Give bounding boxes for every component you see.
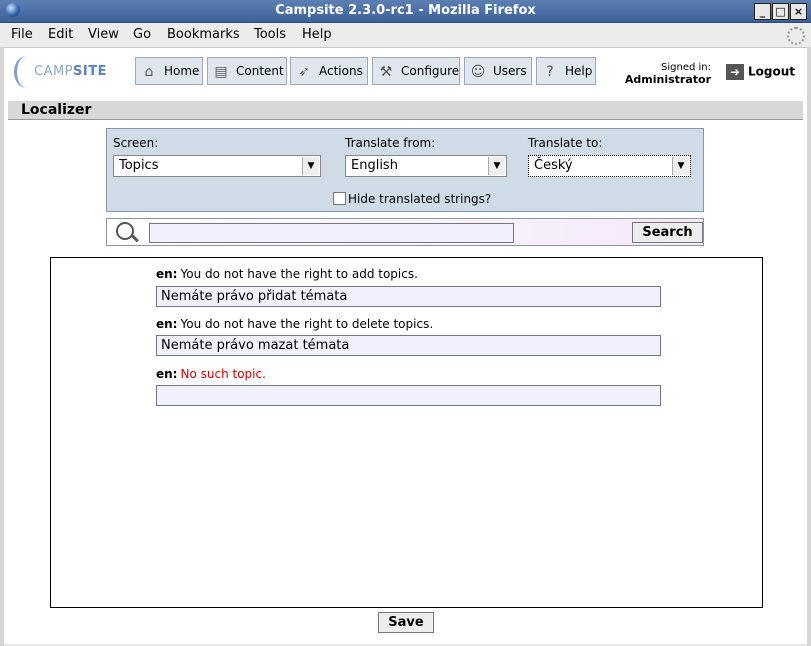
screen-select[interactable]: Topics ▼ bbox=[113, 155, 321, 177]
configure-label: Configure bbox=[401, 64, 460, 78]
minimize-icon[interactable]: _ bbox=[754, 3, 771, 20]
translation-value: Nemáte právo mazat témata bbox=[161, 338, 350, 353]
source-lang: en: bbox=[156, 317, 178, 331]
translation-list: en: You do not have the right to add topi… bbox=[50, 257, 763, 608]
page-content: CAMPSITE ⌂ Home ▤ Content ➶ Actions ⚒ Co… bbox=[4, 48, 807, 644]
question-icon: ? bbox=[546, 64, 554, 80]
hide-translated-label: Hide translated strings? bbox=[348, 192, 492, 206]
logout-link[interactable]: ➜ Logout bbox=[726, 64, 795, 80]
configure-button[interactable]: ⚒ Configure bbox=[372, 57, 460, 85]
translation-input[interactable] bbox=[156, 385, 661, 406]
close-icon[interactable]: × bbox=[790, 3, 807, 20]
translation-input[interactable]: Nemáte právo mazat témata bbox=[156, 335, 661, 356]
users-label: Users bbox=[493, 64, 527, 78]
screen-label: Screen: bbox=[113, 136, 159, 150]
menu-go[interactable]: Go bbox=[133, 27, 151, 42]
house-icon: ⌂ bbox=[144, 64, 154, 80]
translation-input[interactable]: Nemáte právo přidat témata bbox=[156, 286, 661, 307]
search-input[interactable] bbox=[149, 223, 514, 243]
page-title: Localizer bbox=[21, 102, 92, 118]
content-label: Content bbox=[236, 64, 284, 78]
signed-in-user: Administrator bbox=[624, 73, 711, 86]
home-label: Home bbox=[164, 64, 200, 78]
help-label: Help bbox=[565, 64, 593, 78]
translate-from-select[interactable]: English ▼ bbox=[345, 155, 507, 177]
wrench-icon: ⚒ bbox=[379, 64, 393, 80]
translate-to-value: Český bbox=[534, 158, 573, 173]
section-header: Localizer bbox=[8, 101, 803, 120]
menubar: File Edit View Go Bookmarks Tools Help bbox=[0, 23, 811, 48]
search-bar: Search bbox=[106, 218, 704, 246]
menu-view[interactable]: View bbox=[88, 27, 119, 42]
content-button[interactable]: ▤ Content bbox=[207, 57, 287, 85]
localizer-filter-panel: Screen: Topics ▼ Translate from: English… bbox=[106, 128, 704, 212]
translate-from-label: Translate from: bbox=[345, 136, 436, 150]
book-icon: ▤ bbox=[214, 64, 228, 80]
chevron-down-icon: ▼ bbox=[488, 157, 505, 175]
search-button[interactable]: Search bbox=[632, 222, 703, 243]
logout-door-icon: ➜ bbox=[726, 64, 744, 80]
users-button[interactable]: ☺ Users bbox=[464, 57, 532, 85]
maximize-icon[interactable]: □ bbox=[772, 3, 789, 20]
throbber-icon bbox=[787, 27, 805, 45]
source-string: en: No such topic. bbox=[156, 367, 266, 381]
signed-in-info: Signed in: Administrator bbox=[625, 62, 711, 87]
translate-from-value: English bbox=[351, 158, 398, 173]
actions-label: Actions bbox=[319, 64, 363, 78]
menu-file[interactable]: File bbox=[11, 27, 33, 42]
source-lang: en: bbox=[156, 367, 178, 381]
hide-translated-checkbox[interactable] bbox=[333, 192, 346, 205]
chevron-down-icon: ▼ bbox=[672, 157, 689, 175]
menu-help[interactable]: Help bbox=[302, 27, 332, 42]
rocket-icon: ➶ bbox=[298, 64, 310, 80]
source-text: You do not have the right to add topics. bbox=[180, 267, 418, 281]
source-string: en: You do not have the right to add topi… bbox=[156, 267, 418, 281]
logout-label: Logout bbox=[748, 64, 796, 79]
translation-value: Nemáte právo přidat témata bbox=[161, 289, 348, 304]
window-frame-right bbox=[807, 47, 811, 646]
chevron-down-icon: ▼ bbox=[302, 157, 319, 175]
source-string: en: You do not have the right to delete t… bbox=[156, 317, 433, 331]
menu-edit[interactable]: Edit bbox=[48, 27, 73, 42]
translate-to-select[interactable]: Český ▼ bbox=[528, 155, 691, 177]
campsite-logo[interactable]: CAMPSITE bbox=[14, 54, 119, 88]
source-lang: en: bbox=[156, 267, 178, 281]
menu-tools[interactable]: Tools bbox=[254, 27, 286, 42]
actions-button[interactable]: ➶ Actions bbox=[290, 57, 368, 85]
save-button[interactable]: Save bbox=[378, 612, 434, 633]
translate-to-label: Translate to: bbox=[528, 136, 603, 150]
source-text: You do not have the right to delete topi… bbox=[180, 317, 434, 331]
screen-value: Topics bbox=[119, 158, 159, 173]
home-button[interactable]: ⌂ Home bbox=[135, 57, 203, 85]
search-icon bbox=[116, 222, 134, 240]
logo-text: CAMPSITE bbox=[34, 64, 107, 79]
window-titlebar: Campsite 2.3.0-rc1 - Mozilla Firefox _ □… bbox=[0, 0, 811, 23]
users-icon: ☺ bbox=[470, 64, 486, 80]
help-button[interactable]: ? Help bbox=[536, 57, 596, 85]
menu-bookmarks[interactable]: Bookmarks bbox=[167, 27, 240, 42]
window-title: Campsite 2.3.0-rc1 - Mozilla Firefox bbox=[275, 3, 536, 18]
source-text-untranslated: No such topic. bbox=[180, 367, 266, 381]
